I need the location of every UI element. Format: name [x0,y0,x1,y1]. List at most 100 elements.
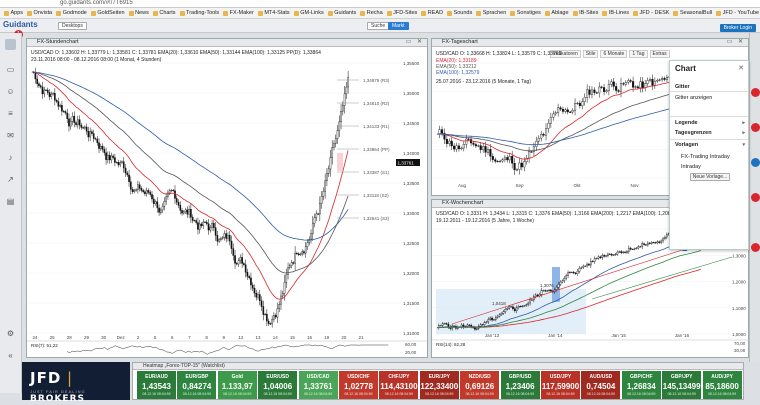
weekly-candle [610,254,613,256]
daily-candle [532,146,535,153]
monitor-icon[interactable]: ▭ [5,64,16,75]
bookmark-item[interactable]: IB-Sites [572,10,598,16]
bookmark-item[interactable]: Recha [360,10,383,16]
hourly-chart-svg[interactable]: 1,35500 1,35000 1,34500 1,34000 1,33500 1,330… [27,48,429,359]
weekly-candle [468,324,471,326]
weekly-candle [512,306,514,309]
weekly-candle [550,289,552,292]
hourly-candle [243,263,245,265]
red-dot-icon[interactable] [751,123,760,132]
daily-candle [627,80,630,83]
collapse-icon[interactable]: « [5,350,16,361]
bookmark-item[interactable]: IB-Lines [602,10,629,16]
close-icon[interactable]: ✕ [738,64,744,72]
hourly-candle [36,78,39,84]
tile-symbol: AUD/USD [589,374,613,380]
bookmark-item[interactable]: Sprachen [476,10,506,16]
wallet-icon[interactable]: ▤ [5,196,16,207]
daily-candle [603,87,606,92]
heatmap-tile[interactable]: GBP/JPY 145,13499 08.12.16 08:04:59 [662,371,703,399]
red-dot-icon[interactable] [751,243,760,252]
heatmap-tile[interactable]: USD/CAD 1,33761 08.12.16 08:04:59 [298,371,339,399]
red-dot-icon[interactable] [751,88,760,97]
settings-icon[interactable]: ⚙ [5,328,16,339]
heatmap-tile[interactable]: CHF/JPY 114,43100 08.12.16 08:04:59 [379,371,420,399]
bookmark-item[interactable]: MT4-Stats [257,10,290,16]
menu-item[interactable]: Gitter [675,83,745,91]
heatmap-tile[interactable]: EUR/AUD 1,43543 08.12.16 08:04:59 [137,371,177,399]
hourly-candle [285,274,288,283]
bookmark-item[interactable]: Charts [152,10,176,16]
heatmap-tile[interactable]: USD/JPY 117,59900 08.12.16 08:04:59 [541,371,581,399]
person-icon[interactable]: ☺ [5,86,16,97]
bookmark-item[interactable]: GoldSeiten [90,10,125,16]
window-controls-icon[interactable]: ▭ ✕ [727,39,745,46]
daily-candle [600,86,603,88]
bookmark-item[interactable]: Onvista [27,10,52,16]
menu-item[interactable]: Tagesgrenzen ▸ [675,129,745,137]
bookmark-item[interactable]: Apps [4,10,23,16]
weekly-candle [491,317,493,321]
weekly-candle [548,289,550,291]
weekly-candle [603,255,606,257]
bookmark-item[interactable]: Sounds [447,10,472,16]
heatmap-tile[interactable]: GBP/CHF 1,26834 08.12.16 08:04:59 [621,371,662,399]
heatmap-tile[interactable]: USD/CHF 1,02778 08.12.16 08:04:59 [339,371,379,399]
chart-icon[interactable]: ↗ [5,174,16,185]
heatmap-tile[interactable]: NZD/USD 0,69126 08.12.16 08:04:59 [460,371,501,399]
bookmark-item[interactable]: Guidants [327,10,356,16]
hourly-candle [87,131,90,138]
heatmap-tile[interactable]: AUD/USD 0,74504 08.12.16 08:04:59 [581,371,622,399]
weekly-candle [633,248,636,250]
daily-candle [489,149,492,157]
bookmark-item[interactable]: GM-Links [293,10,324,16]
menu-item[interactable]: Gitter anzeigen [675,94,745,102]
folder-icon [572,10,578,16]
window-controls-icon[interactable]: ▭ ✕ [406,39,424,46]
heatmap-tile[interactable]: EUR/GBP 0,84274 08.12.16 08:04:59 [177,371,218,399]
red-dot-icon[interactable] [751,193,760,202]
broker-login-button[interactable]: Broker Login [719,24,756,32]
bookmark-item[interactable]: Ablage [544,10,569,16]
chat-icon[interactable]: ✉ [5,130,16,141]
heatmap-tile[interactable]: Gold 1.133,97 08.12.16 08:04:59 [217,371,258,399]
menu-item[interactable]: FX-Trading Intraday [675,153,745,161]
bookmark-item[interactable]: FX-Maker [223,10,254,16]
heatmap-tile[interactable]: AUD/JPY 85,18600 08.12.16 08:04:59 [702,371,743,399]
bookmark-item[interactable]: News [128,10,149,16]
search-button[interactable]: Suche [367,22,390,30]
blue-dot-icon[interactable] [751,158,760,167]
hourly-candle [99,145,102,149]
list-icon[interactable]: ≡ [5,108,16,119]
desktops-button[interactable]: Desktops [58,22,87,30]
heatmap-tile[interactable]: GBP/USD 1,23406 08.12.16 08:04:59 [500,371,541,399]
bookmark-item[interactable]: Sonstiges [510,10,541,16]
hourly-chart-panel[interactable]: FX-Stundenchart ▭ ✕ USD/CAD O: 1,33602 H:… [26,38,429,359]
url-bar[interactable]: go.guidants.com/#!/7T6915 [0,0,760,8]
weekly-candle [517,306,520,308]
jfd-brokers-logo[interactable]: JFD | BROKERS JUST FAIR DEALING [22,362,130,404]
menu-item[interactable]: Intraday [675,163,745,171]
hourly-candle [193,220,196,222]
market-button[interactable]: Markt [388,22,409,30]
bookmark-item[interactable]: Trading-Tools [179,10,219,16]
tile-timestamp: 08.12.16 08:04:59 [425,392,454,396]
bookmark-item[interactable]: Godmode [56,10,87,16]
bookmark-item[interactable]: JFD - YouTube [716,10,759,16]
menu-item[interactable]: Vorlagen ▾ [675,141,745,149]
bookmark-item[interactable]: SeasonalBull [673,10,712,16]
bookmark-item[interactable]: READ [421,10,443,16]
heatmap-tile[interactable]: EUR/JPY 122,33400 08.12.16 08:04:59 [419,371,460,399]
daily-candle [457,145,461,150]
heatmap-tile[interactable]: EUR/USD 1,04006 08.12.16 08:04:59 [258,371,299,399]
new-template-button[interactable]: Neue Vorlage... [690,173,730,181]
chart-settings-menu[interactable]: Chart ✕ Gitter Gitter anzeigen Legende ▸ Tag… [669,60,749,250]
menu-item[interactable]: Legende ▸ [675,119,745,127]
daily-candle [506,157,509,161]
bookmark-item[interactable]: JFD-Sites [386,10,417,16]
hourly-candle [334,138,337,144]
hourly-candle [200,223,203,227]
avatar[interactable] [5,39,16,50]
bell-icon[interactable]: ♪ [5,152,16,163]
bookmark-item[interactable]: JFD - DESK [633,10,669,16]
